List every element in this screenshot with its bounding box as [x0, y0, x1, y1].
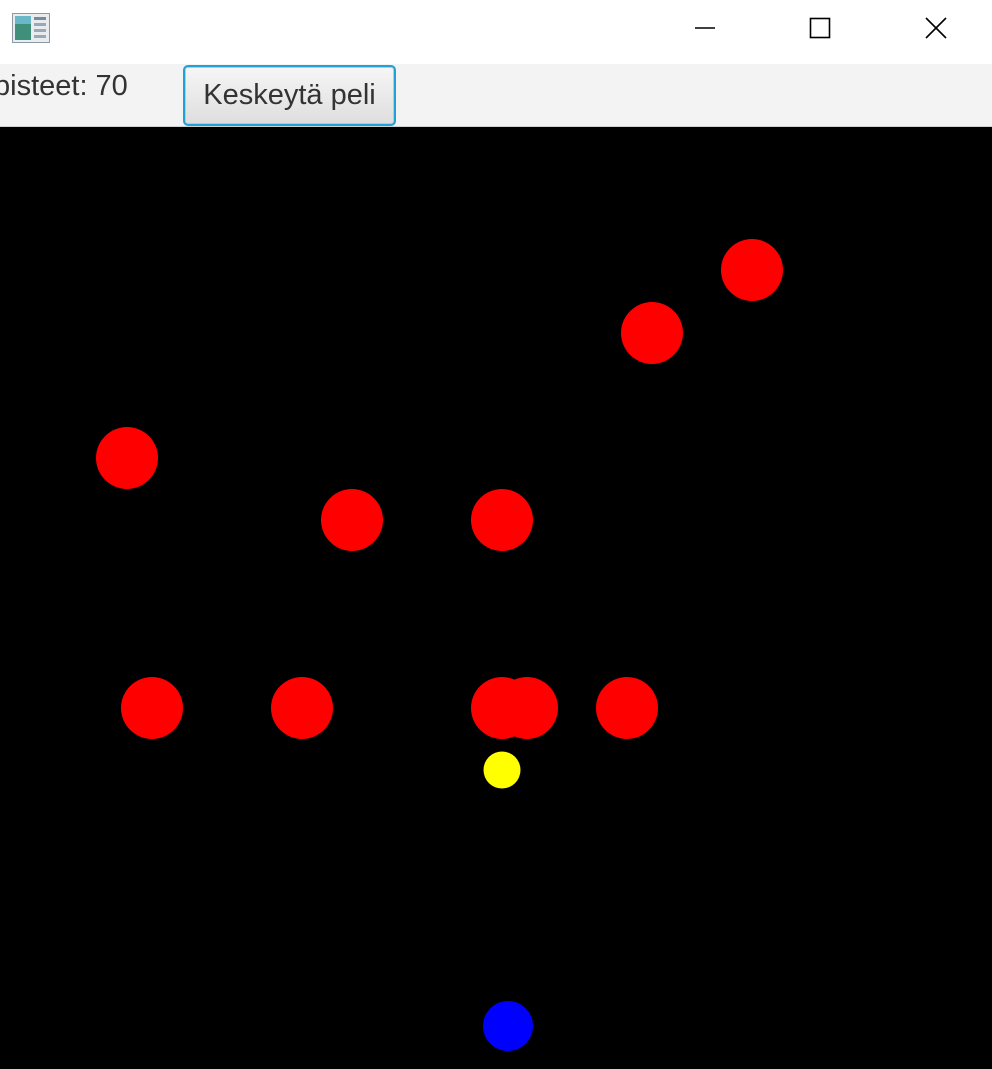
bullet — [483, 751, 521, 789]
game-scene — [96, 239, 783, 1051]
enemy-ball — [121, 677, 183, 739]
title-bar — [0, 0, 992, 64]
enemy-ball — [96, 427, 158, 489]
close-button[interactable] — [878, 0, 992, 56]
minimize-button[interactable] — [647, 0, 763, 56]
maximize-icon — [809, 17, 831, 39]
maximize-button[interactable] — [762, 0, 878, 56]
minimize-icon — [695, 27, 715, 29]
app-window-icon — [12, 13, 50, 43]
game-canvas[interactable] — [0, 127, 992, 1069]
enemy-ball — [621, 302, 683, 364]
enemy-ball — [596, 677, 658, 739]
player-ball — [483, 1001, 533, 1051]
score-label: pisteet: 70 — [0, 70, 128, 102]
toolbar: pisteet: 70 Keskeytä peli — [0, 64, 992, 127]
close-icon — [925, 17, 947, 39]
enemy-ball — [271, 677, 333, 739]
enemy-ball — [321, 489, 383, 551]
pause-game-button[interactable]: Keskeytä peli — [183, 65, 396, 126]
enemy-ball — [496, 677, 558, 739]
enemy-ball — [471, 489, 533, 551]
enemy-ball — [721, 239, 783, 301]
